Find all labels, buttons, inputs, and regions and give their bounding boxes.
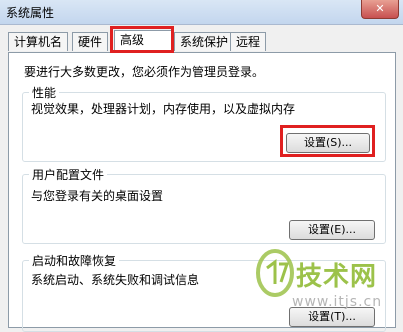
close-button[interactable]: ✕ <box>361 0 399 19</box>
window-title: 系统属性 <box>6 6 55 20</box>
performance-label: 性能 <box>29 84 60 101</box>
user-profiles-settings-button[interactable]: 设置(E)... <box>289 220 375 240</box>
user-profiles-group: 用户配置文件 与您登录有关的桌面设置 设置(E)... <box>22 166 386 244</box>
user-profiles-description: 与您登录有关的桌面设置 <box>31 189 164 203</box>
title-bar: 系统属性 ✕ <box>0 0 403 25</box>
startup-recovery-description: 系统启动、系统失败和调试信息 <box>31 273 200 287</box>
startup-recovery-label: 启动和故障恢复 <box>29 252 120 269</box>
performance-description: 视觉效果，处理器计划，内存使用，以及虚拟内存 <box>31 102 296 116</box>
startup-recovery-settings-button[interactable]: 设置(T)... <box>289 307 375 327</box>
user-profiles-label: 用户配置文件 <box>29 166 108 183</box>
tab-strip: 计算机名 硬件 高级 系统保护 远程 <box>8 30 398 53</box>
tab-remote[interactable]: 远程 <box>230 32 267 51</box>
admin-note: 要进行大多数更改，您必须作为管理员登录。 <box>24 65 265 79</box>
button-highlight-box <box>280 125 375 157</box>
startup-recovery-group: 启动和故障恢复 系统启动、系统失败和调试信息 设置(T)... <box>22 252 386 332</box>
tab-computer-name[interactable]: 计算机名 <box>8 32 69 51</box>
tab-hardware[interactable]: 硬件 <box>72 32 109 51</box>
tab-highlight-box <box>110 26 174 53</box>
tab-system-protection[interactable]: 系统保护 <box>174 32 235 51</box>
